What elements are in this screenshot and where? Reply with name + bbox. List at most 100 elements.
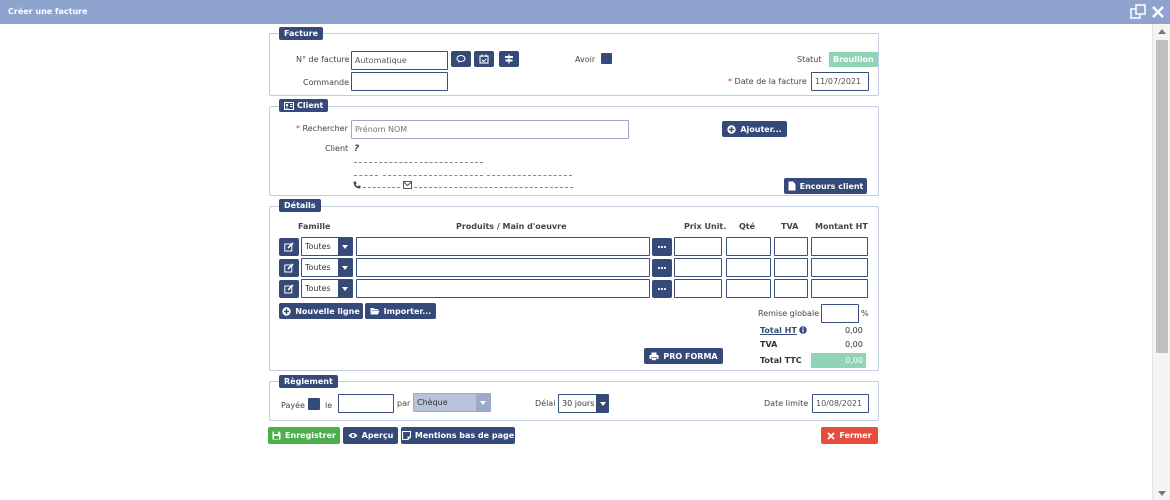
preview-label: Aperçu bbox=[361, 431, 394, 440]
delai-select[interactable]: 30 jours bbox=[558, 394, 609, 413]
status-badge: Brouillon bbox=[829, 52, 878, 67]
payee-checkbox[interactable] bbox=[308, 398, 320, 410]
montant-ht-input[interactable] bbox=[811, 279, 868, 298]
client-legend: Client bbox=[279, 99, 329, 112]
payment-method-select[interactable]: Chèque bbox=[413, 393, 491, 412]
client-name-placeholder bbox=[354, 162, 483, 163]
col-header-prix: Prix Unit. bbox=[684, 222, 727, 231]
encours-client-label: Encours client bbox=[799, 181, 864, 191]
quantity-input[interactable] bbox=[726, 237, 771, 256]
tva-input[interactable] bbox=[774, 258, 808, 277]
par-label: par bbox=[397, 399, 411, 408]
proforma-button[interactable]: PRO FORMA bbox=[644, 348, 723, 364]
chevron-down-icon bbox=[476, 394, 490, 411]
info-icon[interactable] bbox=[799, 326, 808, 334]
delai-value: 30 jours bbox=[562, 399, 595, 408]
famille-select[interactable]: Toutes bbox=[301, 279, 353, 298]
chevron-down-icon bbox=[338, 259, 352, 276]
mentions-label: Mentions bas de page bbox=[414, 431, 515, 440]
product-input[interactable] bbox=[356, 258, 650, 277]
client-postcode-placeholder bbox=[354, 175, 378, 176]
invoice-no-input[interactable] bbox=[351, 51, 448, 70]
product-input[interactable] bbox=[356, 237, 650, 256]
plus-circle-icon bbox=[282, 306, 291, 316]
folder-open-icon bbox=[370, 308, 380, 315]
product-more-button[interactable] bbox=[652, 238, 672, 256]
invoice-date-label: * Date de la facture bbox=[728, 77, 807, 86]
delai-label: Délai bbox=[535, 399, 556, 408]
col-header-montant: Montant HT bbox=[815, 222, 868, 231]
edit-icon bbox=[284, 242, 294, 252]
unit-price-input[interactable] bbox=[674, 237, 722, 256]
total-ht-link[interactable]: Total HT bbox=[760, 326, 797, 335]
tva-input[interactable] bbox=[774, 237, 808, 256]
chevron-down-icon bbox=[338, 280, 352, 297]
quantity-input[interactable] bbox=[726, 258, 771, 277]
close-window-icon[interactable] bbox=[1150, 4, 1166, 20]
ellipsis-icon bbox=[657, 287, 667, 291]
command-input[interactable] bbox=[351, 72, 448, 91]
command-label: Commande bbox=[303, 78, 350, 87]
signpost-button[interactable] bbox=[499, 51, 519, 67]
add-client-button[interactable]: Ajouter... bbox=[722, 121, 787, 137]
date-limite-input[interactable] bbox=[812, 394, 869, 413]
import-label: Importer... bbox=[383, 306, 432, 316]
quantity-input[interactable] bbox=[726, 279, 771, 298]
new-line-label: Nouvelle ligne bbox=[295, 306, 360, 316]
invoice-date-label-text: Date de la facture bbox=[734, 77, 807, 86]
encours-client-button[interactable]: Encours client bbox=[784, 178, 867, 194]
file-icon bbox=[788, 181, 796, 191]
restore-window-icon[interactable] bbox=[1130, 4, 1146, 20]
product-more-button[interactable] bbox=[652, 280, 672, 298]
invoice-date-input[interactable] bbox=[811, 72, 869, 91]
print-icon bbox=[649, 352, 659, 361]
famille-select[interactable]: Toutes bbox=[301, 237, 353, 256]
scroll-up-icon[interactable] bbox=[1158, 29, 1166, 34]
tva-total-value: 0,00 bbox=[845, 340, 863, 349]
product-input[interactable] bbox=[356, 279, 650, 298]
scroll-down-icon[interactable] bbox=[1158, 491, 1166, 496]
unit-price-input[interactable] bbox=[674, 279, 722, 298]
remise-label: Remise globale bbox=[758, 309, 820, 318]
payment-date-input[interactable] bbox=[338, 394, 394, 413]
mentions-button[interactable]: Mentions bas de page bbox=[401, 427, 515, 444]
comment-button[interactable] bbox=[451, 51, 471, 67]
client-search-input[interactable] bbox=[351, 120, 629, 139]
client-country-placeholder bbox=[487, 175, 572, 176]
scrollbar-thumb[interactable] bbox=[1156, 40, 1168, 353]
chevron-down-icon bbox=[338, 238, 352, 255]
facture-legend: Facture bbox=[279, 27, 324, 40]
famille-select[interactable]: Toutes bbox=[301, 258, 353, 277]
client-value: ? bbox=[354, 144, 360, 154]
vertical-scrollbar[interactable] bbox=[1152, 24, 1170, 500]
remise-input[interactable] bbox=[821, 304, 859, 323]
product-more-button[interactable] bbox=[652, 259, 672, 277]
import-button[interactable]: Importer... bbox=[365, 303, 436, 319]
edit-icon bbox=[284, 263, 294, 273]
preview-button[interactable]: Aperçu bbox=[343, 427, 398, 444]
edit-row-button[interactable] bbox=[279, 259, 299, 277]
avoir-checkbox[interactable] bbox=[601, 53, 612, 64]
client-phone-placeholder bbox=[363, 187, 400, 188]
add-client-label: Ajouter... bbox=[740, 124, 782, 134]
total-ttc-field: 0,00 bbox=[811, 353, 866, 368]
new-line-button[interactable]: Nouvelle ligne bbox=[279, 303, 363, 319]
details-legend: Détails bbox=[279, 199, 321, 212]
date-limite-label: Date limite bbox=[764, 399, 809, 408]
phone-icon bbox=[353, 181, 361, 191]
calendar-button[interactable] bbox=[474, 51, 494, 67]
edit-row-button[interactable] bbox=[279, 280, 299, 298]
edit-row-button[interactable] bbox=[279, 238, 299, 256]
col-header-produits: Produits / Main d'oeuvre bbox=[456, 222, 567, 231]
unit-price-input[interactable] bbox=[674, 258, 722, 277]
famille-select-value: Toutes bbox=[305, 284, 331, 293]
montant-ht-input[interactable] bbox=[811, 258, 868, 277]
avoir-label: Avoir bbox=[575, 55, 596, 64]
montant-ht-input[interactable] bbox=[811, 237, 868, 256]
payment-method-value: Chèque bbox=[417, 398, 448, 407]
close-button[interactable]: Fermer bbox=[821, 427, 878, 444]
tva-input[interactable] bbox=[774, 279, 808, 298]
id-card-icon bbox=[284, 101, 294, 110]
save-button[interactable]: Enregistrer bbox=[268, 427, 340, 444]
ellipsis-icon bbox=[657, 266, 667, 270]
